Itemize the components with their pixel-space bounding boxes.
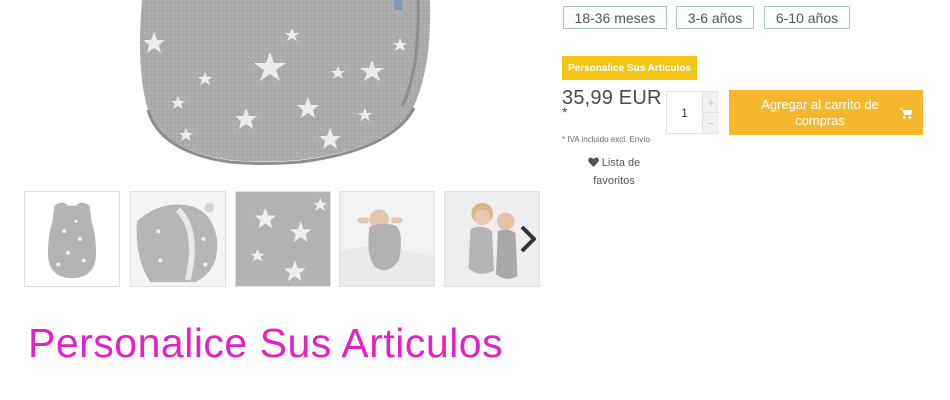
thumbnail-4[interactable] — [339, 191, 435, 287]
thumbnail-gallery — [24, 191, 549, 289]
main-product-image — [0, 0, 540, 180]
product-price: 35,99 EUR — [562, 87, 662, 109]
tax-note: * IVA incluido excl. Envío — [562, 135, 650, 144]
quantity-decrease-button[interactable]: − — [702, 113, 719, 133]
chevron-right-icon[interactable] — [516, 223, 540, 255]
add-to-cart-button[interactable]: Agregar al carrito de compras — [729, 90, 923, 135]
quantity-input[interactable] — [667, 92, 702, 133]
personalize-button[interactable]: Personalice Sus Artículos — [562, 56, 697, 80]
wishlist-label: Lista de favoritos — [593, 157, 641, 187]
thumbnail-3[interactable] — [235, 191, 331, 287]
quantity-increase-button[interactable]: + — [702, 92, 719, 113]
heart-icon — [587, 156, 599, 173]
cart-icon — [899, 107, 913, 119]
size-option-6-10[interactable]: 6-10 años — [764, 6, 850, 29]
wishlist-link[interactable]: Lista de favoritos — [583, 155, 645, 190]
price-footnote-marker: * — [562, 104, 568, 120]
size-option-3-6[interactable]: 3-6 años — [676, 6, 754, 29]
thumbnail-2[interactable] — [130, 191, 226, 287]
add-to-cart-label: Agregar al carrito de compras — [761, 96, 879, 128]
page-caption: Personalice Sus Articulos — [28, 320, 504, 366]
size-option-18-36[interactable]: 18-36 meses — [563, 6, 667, 29]
thumbnail-1[interactable] — [24, 191, 120, 287]
quantity-stepper: + − — [666, 91, 719, 134]
